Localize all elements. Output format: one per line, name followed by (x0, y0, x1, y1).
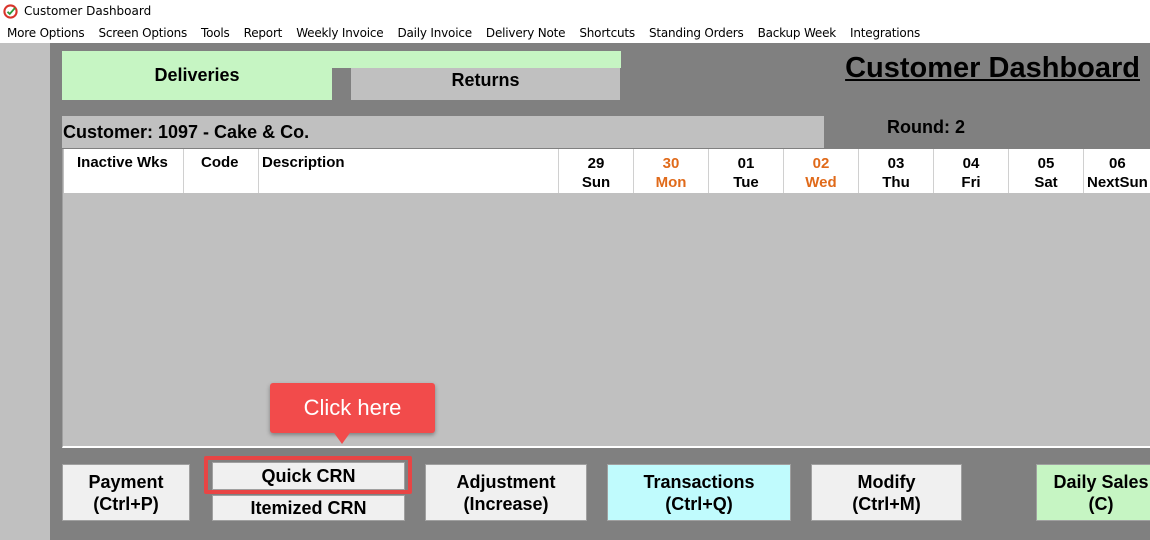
menu-report[interactable]: Report (244, 26, 283, 40)
menu-weekly-invoice[interactable]: Weekly Invoice (296, 26, 383, 40)
day-number: 30 (662, 155, 680, 172)
column-description[interactable]: Description (259, 149, 559, 193)
callout-pointer-icon (332, 430, 352, 444)
grid-header: Inactive Wks Code Description 29 Sun 30 … (64, 149, 1150, 193)
column-day-sun[interactable]: 29 Sun (559, 149, 634, 193)
adjustment-sub: (Increase) (463, 493, 549, 514)
transactions-shortcut: (Ctrl+Q) (665, 493, 733, 514)
customer-name-text: Customer: 1097 - Cake & Co. (63, 121, 310, 142)
menu-tools[interactable]: Tools (201, 26, 230, 40)
column-day-mon[interactable]: 30 Mon (634, 149, 709, 193)
click-here-callout: Click here (270, 383, 435, 433)
menu-daily-invoice[interactable]: Daily Invoice (397, 26, 472, 40)
day-number: 03 (887, 155, 905, 172)
deliveries-grid[interactable]: Inactive Wks Code Description 29 Sun 30 … (62, 149, 1150, 448)
day-number: 29 (587, 155, 605, 172)
adjustment-label: Adjustment (456, 471, 556, 492)
column-day-sat[interactable]: 05 Sat (1009, 149, 1084, 193)
day-name: NextSun (1087, 174, 1148, 191)
column-inactive-wks[interactable]: Inactive Wks (64, 149, 184, 193)
modify-label: Modify (857, 471, 916, 492)
quick-crn-highlight (204, 456, 412, 494)
column-code[interactable]: Code (184, 149, 259, 193)
daily-sales-label: Daily Sales (1053, 471, 1149, 492)
daily-sales-button[interactable]: Daily Sales (C) (1036, 464, 1150, 521)
menu-bar: More Options Screen Options Tools Report… (0, 22, 1150, 43)
column-day-nextsun[interactable]: 06 NextSun (1084, 149, 1150, 193)
transactions-label: Transactions (643, 471, 755, 492)
menu-backup-week[interactable]: Backup Week (758, 26, 837, 40)
title-bar: Customer Dashboard (0, 0, 1150, 22)
app-logo-icon (3, 4, 18, 19)
callout-text: Click here (303, 395, 402, 420)
modify-button[interactable]: Modify (Ctrl+M) (811, 464, 962, 521)
deliveries-tab-strip (332, 51, 621, 68)
day-number: 01 (737, 155, 755, 172)
day-name: Tue (733, 174, 759, 191)
menu-integrations[interactable]: Integrations (850, 26, 920, 40)
adjustment-button[interactable]: Adjustment (Increase) (425, 464, 587, 521)
day-name: Mon (655, 174, 687, 191)
daily-sales-shortcut: (C) (1088, 493, 1114, 514)
left-panel (0, 43, 50, 540)
day-name: Fri (961, 174, 981, 191)
page-title: Customer Dashboard (845, 52, 1140, 84)
payment-label: Payment (88, 471, 164, 492)
payment-button[interactable]: Payment (Ctrl+P) (62, 464, 190, 521)
menu-more-options[interactable]: More Options (7, 26, 85, 40)
day-name: Sat (1034, 174, 1058, 191)
menu-shortcuts[interactable]: Shortcuts (579, 26, 635, 40)
day-number: 05 (1037, 155, 1055, 172)
window-title: Customer Dashboard (24, 4, 152, 18)
column-day-fri[interactable]: 04 Fri (934, 149, 1009, 193)
payment-shortcut: (Ctrl+P) (93, 493, 159, 514)
day-name: Thu (882, 174, 910, 191)
day-number: 06 (1109, 155, 1126, 172)
menu-standing-orders[interactable]: Standing Orders (649, 26, 744, 40)
day-name: Sun (581, 174, 611, 191)
customer-label: Customer: 1097 - Cake & Co. (62, 116, 824, 148)
menu-delivery-note[interactable]: Delivery Note (486, 26, 566, 40)
column-day-tue[interactable]: 01 Tue (709, 149, 784, 193)
transactions-button[interactable]: Transactions (Ctrl+Q) (607, 464, 791, 521)
column-day-wed[interactable]: 02 Wed (784, 149, 859, 193)
day-number: 02 (812, 155, 830, 172)
day-name: Wed (805, 174, 837, 191)
tab-deliveries[interactable]: Deliveries (62, 51, 332, 100)
column-day-thu[interactable]: 03 Thu (859, 149, 934, 193)
day-number: 04 (962, 155, 980, 172)
itemized-crn-button[interactable]: Itemized CRN (212, 495, 405, 521)
tab-returns[interactable]: Returns (351, 68, 620, 100)
menu-screen-options[interactable]: Screen Options (98, 26, 187, 40)
round-label: Round: 2 (887, 117, 965, 137)
modify-shortcut: (Ctrl+M) (852, 493, 921, 514)
